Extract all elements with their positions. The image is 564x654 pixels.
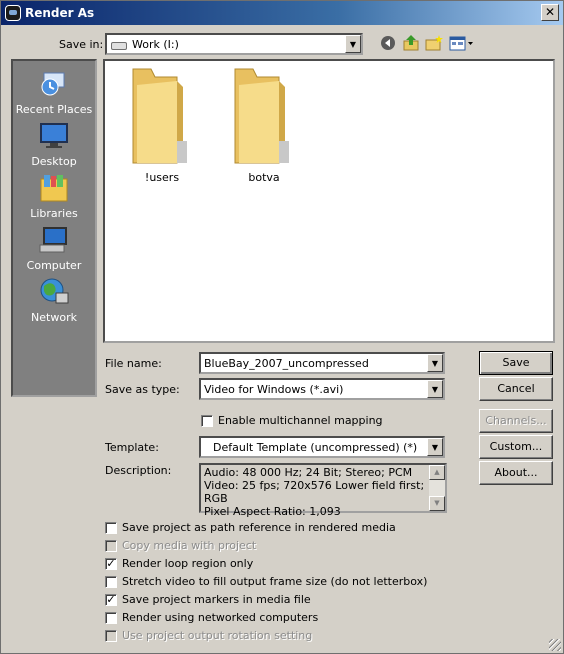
render-as-dialog: Render As ✕ Save in: Work (I:) ▼ Recent … [0,0,564,654]
folder-item[interactable]: !users [117,65,207,185]
scroll-up-icon[interactable]: ▲ [429,465,445,480]
place-libraries[interactable]: Libraries [13,171,95,223]
chevron-down-icon[interactable]: ▼ [345,35,361,53]
folder-name: !users [144,171,180,184]
folder-name: botva [248,171,280,184]
description-line: Video: 25 fps; 720x576 Lower field first… [204,479,425,505]
place-label: Desktop [31,155,77,168]
option-label: Save project as path reference in render… [122,521,396,534]
checkbox-checked[interactable]: ✓ [105,558,117,570]
libraries-icon [38,173,70,203]
checkbox-box[interactable] [201,415,213,427]
save-in-label: Save in: [59,38,104,51]
checkbox-box [105,630,117,642]
place-network[interactable]: Network [13,275,95,327]
computer-icon [38,225,70,255]
about-button[interactable]: About... [479,461,553,485]
checkbox-box[interactable] [105,576,117,588]
place-recent-places[interactable]: Recent Places [13,67,95,119]
back-icon[interactable] [379,34,397,52]
place-label: Computer [26,259,82,272]
up-folder-icon[interactable] [402,34,420,52]
template-value: Default Template (uncompressed) (*) [213,441,418,454]
place-label: Libraries [30,207,78,220]
chevron-down-icon[interactable]: ▼ [427,438,443,456]
checkbox-checked[interactable]: ✓ [105,594,117,606]
option-label: Save project markers in media file [122,593,311,606]
place-computer[interactable]: Computer [13,223,95,275]
cancel-button[interactable]: Cancel [479,377,553,401]
folder-icon [219,65,309,172]
window-title: Render As [25,6,95,20]
option-label: Copy media with project [122,539,257,552]
template-dropdown[interactable]: Default Template (uncompressed) (*) ▼ [199,436,445,458]
option-label: Use project output rotation setting [122,629,313,642]
checkbox-box[interactable] [105,522,117,534]
description-box[interactable]: Audio: 48 000 Hz; 24 Bit; Stereo; PCM Vi… [199,463,447,518]
save-as-type-dropdown[interactable]: Video for Windows (*.avi) ▼ [199,378,445,400]
folder-icon [117,65,207,172]
places-bar: Recent Places Desktop Libraries Computer… [11,59,97,397]
description-scrollbar[interactable]: ▲ ▼ [429,465,445,511]
save-in-value: Work (I:) [132,38,179,51]
title-bar[interactable]: Render As ✕ [1,1,563,25]
drive-icon [111,42,127,50]
scroll-down-icon[interactable]: ▼ [429,496,445,511]
channels-button[interactable]: Channels... [479,409,553,433]
resize-grip[interactable] [549,639,561,651]
template-label: Template: [105,441,159,454]
description-label: Description: [105,464,172,477]
new-folder-icon[interactable] [425,34,443,52]
custom-button[interactable]: Custom... [479,435,553,459]
app-icon [5,5,21,21]
file-name-label: File name: [105,357,162,370]
desktop-icon [38,121,70,151]
save-as-type-value: Video for Windows (*.avi) [204,383,344,396]
chevron-down-icon[interactable]: ▼ [427,380,443,398]
description-line: Audio: 48 000 Hz; 24 Bit; Stereo; PCM [204,466,413,479]
option-label: Stretch video to fill output frame size … [122,575,428,588]
network-icon [38,277,70,307]
enable-multichannel-label: Enable multichannel mapping [218,414,383,427]
chevron-down-icon[interactable]: ▼ [427,354,443,372]
save-as-type-label: Save as type: [105,383,180,396]
file-name-value: BlueBay_2007_uncompressed [204,357,369,370]
place-label: Network [31,311,77,324]
option-label: Render using networked computers [122,611,319,624]
file-list[interactable]: !users botva [103,59,555,343]
file-name-input[interactable]: BlueBay_2007_uncompressed ▼ [199,352,445,374]
checkbox-box [105,540,117,552]
save-button[interactable]: Save [479,351,553,375]
view-menu-icon[interactable] [449,34,475,52]
recent-places-icon [38,69,70,99]
close-button[interactable]: ✕ [541,4,559,21]
place-desktop[interactable]: Desktop [13,119,95,171]
description-line: Pixel Aspect Ratio: 1,093 [204,505,341,518]
place-label: Recent Places [15,103,93,116]
option-label: Render loop region only [122,557,254,570]
folder-item[interactable]: botva [219,65,309,185]
save-in-dropdown[interactable]: Work (I:) ▼ [105,33,363,55]
checkbox-box[interactable] [105,612,117,624]
